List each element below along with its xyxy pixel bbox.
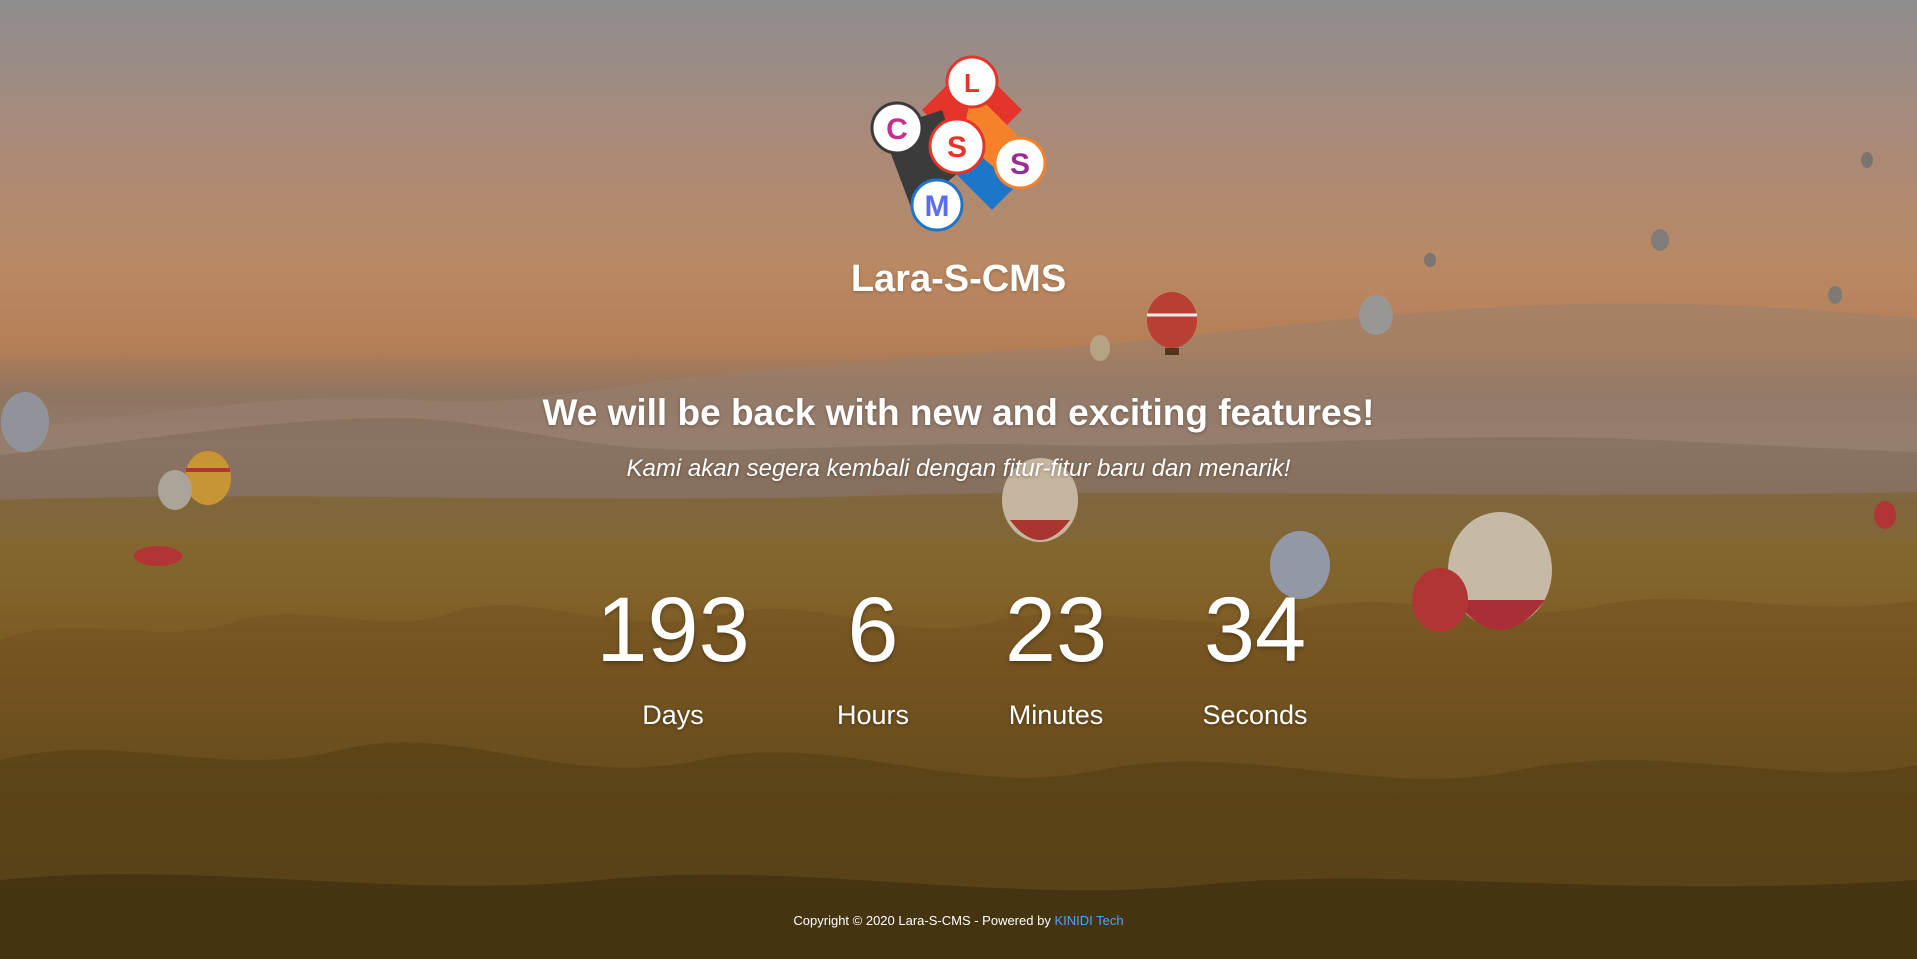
seconds-value: 34 (1203, 579, 1307, 681)
days-label: Days (642, 700, 704, 730)
days-value: 193 (596, 579, 750, 681)
svg-text:C: C (886, 113, 908, 146)
minutes-label: Minutes (1008, 700, 1104, 730)
maintenance-headline: We will be back with new and exciting fe… (542, 392, 1375, 433)
app-title: Lara-S-CMS (850, 258, 1067, 300)
seconds-label: Seconds (1202, 700, 1308, 730)
svg-text:S: S (947, 131, 967, 164)
countdown-hours: 6 Hours (773, 580, 973, 731)
maintenance-subheadline: Kami akan segera kembali dengan fitur-fi… (626, 455, 1291, 482)
countdown-days: 193 Days (573, 580, 773, 731)
lara-s-cms-logo: L C S S M (870, 55, 1047, 232)
countdown-minutes: 23 Minutes (956, 580, 1156, 731)
kinidi-tech-link[interactable]: KINIDI Tech (1054, 913, 1123, 928)
svg-text:S: S (1010, 148, 1030, 181)
minutes-value: 23 (1004, 579, 1108, 681)
hours-label: Hours (836, 700, 910, 730)
svg-text:M: M (925, 190, 950, 223)
svg-text:L: L (964, 68, 980, 98)
footer-copyright: Copyright © 2020 Lara-S-CMS - Powered by (793, 913, 1051, 928)
countdown-seconds: 34 Seconds (1155, 580, 1355, 731)
page-background: L C S S M Lara-S-CMS We will be back wit… (0, 0, 1917, 959)
footer: Copyright © 2020 Lara-S-CMS - Powered by… (0, 913, 1917, 928)
countdown-timer: 193 Days 6 Hours 23 Minutes 34 Seconds (585, 580, 1325, 740)
hours-value: 6 (847, 579, 899, 681)
